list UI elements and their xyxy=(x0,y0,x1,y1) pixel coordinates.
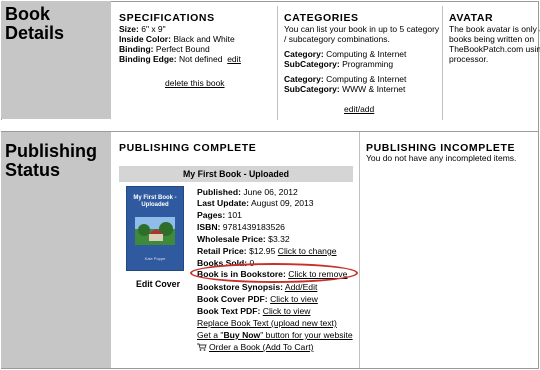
category-value: Computing & Internet xyxy=(326,49,407,59)
shopping-cart-icon xyxy=(197,343,207,351)
subcategory-value: WWW & Internet xyxy=(342,84,406,94)
categories-intro-1: You can list your book in up to 5 catego… xyxy=(284,24,440,34)
buy-now-button-link[interactable]: Get a "Buy Now" button for your website xyxy=(197,330,353,340)
cover-title-line1: My First Book - xyxy=(133,195,177,201)
avatar-text-3: TheBookPatch.com using xyxy=(449,44,540,54)
replace-book-text-link[interactable]: Replace Book Text (upload new text) xyxy=(197,318,337,328)
last-update-value: August 09, 2013 xyxy=(250,198,314,208)
subcategory-label: SubCategory: xyxy=(284,84,340,94)
avatar-text-4: processor. xyxy=(449,54,489,64)
buy-now-pre: Get a " xyxy=(197,330,224,340)
edit-add-row: edit/add xyxy=(344,104,374,115)
retail-value: $12.95 xyxy=(249,246,276,256)
categories-title: CATEGORIES xyxy=(284,12,359,24)
text-pdf-label: Book Text PDF: xyxy=(197,306,261,316)
book-cover-image[interactable]: My First Book - Uploaded Kale Poppe xyxy=(126,186,184,271)
cover-pdf-row: Book Cover PDF: Click to view xyxy=(197,294,318,304)
landscape-photo-icon xyxy=(135,217,175,245)
published-label: Published: xyxy=(197,187,241,197)
highlight-annotation xyxy=(190,263,358,283)
avatar-title: AVATAR xyxy=(449,12,494,24)
publishing-status-heading: Publishing Status xyxy=(1,132,111,368)
last-update-label: Last Update: xyxy=(197,198,250,208)
isbn-row: ISBN: 9781439183526 xyxy=(197,222,285,232)
view-text-pdf-link[interactable]: Click to view xyxy=(263,306,311,316)
specifications-title: SPECIFICATIONS xyxy=(119,12,215,24)
spec-size-label: Size: xyxy=(119,24,139,34)
delete-book-row: delete this book xyxy=(165,78,225,89)
publishing-complete-title: PUBLISHING COMPLETE xyxy=(119,142,257,154)
category-label: Category: xyxy=(284,74,324,84)
avatar-text-1: The book avatar is only a xyxy=(449,24,540,34)
subcategory-value: Programming xyxy=(342,59,394,69)
isbn-value: 9781439183526 xyxy=(222,222,285,232)
edit-add-categories-link[interactable]: edit/add xyxy=(344,104,374,114)
category-row: Category: Computing & Internet xyxy=(284,74,406,85)
divider xyxy=(442,6,443,120)
pages-value: 101 xyxy=(227,210,242,220)
spec-inside-value: Black and White xyxy=(173,34,235,44)
subcategory-row: SubCategory: Programming xyxy=(284,59,393,70)
synopsis-row: Bookstore Synopsis: Add/Edit xyxy=(197,282,317,292)
book-title-bar: My First Book - Uploaded xyxy=(119,166,353,182)
spec-edge-label: Binding Edge: xyxy=(119,54,177,64)
spec-edge-value: Not defined xyxy=(178,54,223,64)
pages-row: Pages: 101 xyxy=(197,210,242,220)
spec-binding-value: Perfect Bound xyxy=(155,44,210,54)
spec-size: Size: 6" x 9" xyxy=(119,24,166,35)
subcategory-row: SubCategory: WWW & Internet xyxy=(284,84,405,95)
avatar-text-2: books being written on xyxy=(449,34,535,44)
retail-row: Retail Price: $12.95 Click to change xyxy=(197,246,337,256)
categories-intro-2: / subcategory combinations. xyxy=(284,34,390,44)
spec-inside-label: Inside Color: xyxy=(119,34,171,44)
wholesale-value: $3.32 xyxy=(268,234,290,244)
published-row: Published: June 06, 2012 xyxy=(197,187,298,197)
spec-size-value: 6" x 9" xyxy=(141,24,166,34)
wholesale-label: Wholesale Price: xyxy=(197,234,266,244)
cover-pdf-label: Book Cover PDF: xyxy=(197,294,268,304)
buy-now-row: Get a "Buy Now" button for your website xyxy=(197,330,353,340)
edit-cover-link[interactable]: Edit Cover xyxy=(136,279,180,289)
buy-now-post: " button for your website xyxy=(260,330,353,340)
buy-now-bold: Buy Now xyxy=(223,330,261,340)
wholesale-row: Wholesale Price: $3.32 xyxy=(197,234,290,244)
pages-label: Pages: xyxy=(197,210,226,220)
spec-binding: Binding: Perfect Bound xyxy=(119,44,210,55)
edit-cover-row: Edit Cover xyxy=(136,279,180,290)
replace-text-row: Replace Book Text (upload new text) xyxy=(197,318,337,328)
edit-binding-edge-link[interactable]: edit xyxy=(227,54,241,64)
text-pdf-row: Book Text PDF: Click to view xyxy=(197,306,311,316)
isbn-label: ISBN: xyxy=(197,222,221,232)
order-book-link[interactable]: Order a Book (Add To Cart) xyxy=(209,342,313,352)
spec-inside-color: Inside Color: Black and White xyxy=(119,34,235,45)
category-row: Category: Computing & Internet xyxy=(284,49,406,60)
last-update-row: Last Update: August 09, 2013 xyxy=(197,198,314,208)
edit-synopsis-link[interactable]: Add/Edit xyxy=(285,282,318,292)
category-value: Computing & Internet xyxy=(326,74,407,84)
book-details-heading: Book Details xyxy=(1,1,111,119)
retail-label: Retail Price: xyxy=(197,246,247,256)
divider xyxy=(277,6,278,120)
cover-author: Kale Poppe xyxy=(144,256,166,261)
subcategory-label: SubCategory: xyxy=(284,59,340,69)
change-price-link[interactable]: Click to change xyxy=(278,246,337,256)
publishing-incomplete-message: You do not have any incompleted items. xyxy=(366,153,517,163)
category-label: Category: xyxy=(284,49,324,59)
publishing-status-heading-line2: Status xyxy=(5,160,61,180)
published-value: June 06, 2012 xyxy=(243,187,298,197)
view-cover-pdf-link[interactable]: Click to view xyxy=(270,294,318,304)
publishing-status-heading-line1: Publishing xyxy=(5,141,97,161)
synopsis-label: Bookstore Synopsis: xyxy=(197,282,283,292)
divider xyxy=(359,132,360,368)
delete-book-link[interactable]: delete this book xyxy=(165,78,225,88)
spec-binding-edge: Binding Edge: Not defined edit xyxy=(119,54,241,65)
cover-title-line2: Uploaded xyxy=(141,202,169,208)
spec-binding-label: Binding: xyxy=(119,44,154,54)
book-details-heading-text: Book Details xyxy=(5,4,65,43)
cover-title: My First Book - Uploaded xyxy=(127,195,183,209)
order-row: Order a Book (Add To Cart) xyxy=(197,342,313,352)
